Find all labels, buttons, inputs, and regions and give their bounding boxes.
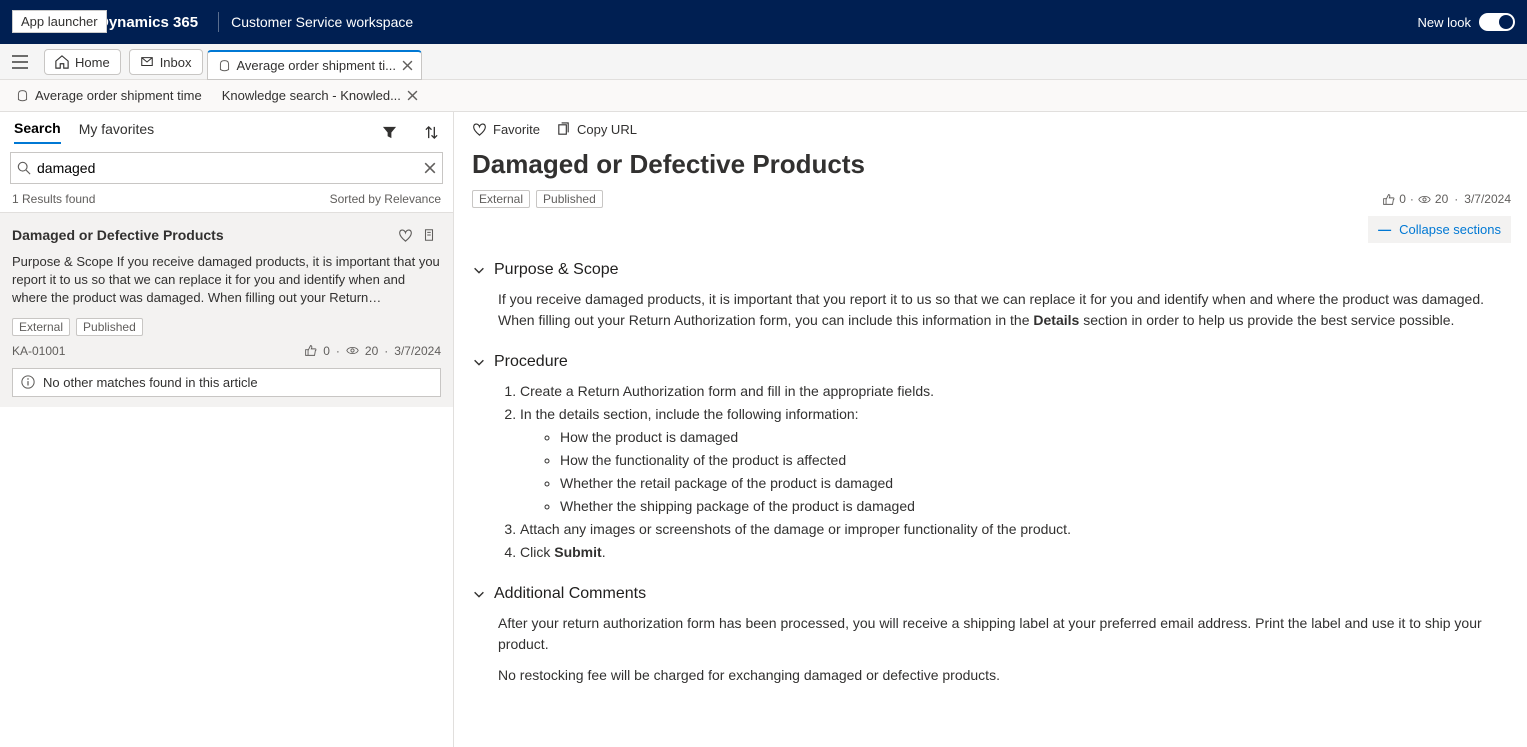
result-date: 3/7/2024	[394, 344, 441, 358]
sort-icon	[424, 125, 439, 140]
section-header-procedure[interactable]: Procedure	[472, 353, 1511, 371]
copy-url-button[interactable]: Copy URL	[556, 122, 637, 137]
result-likes: 0	[323, 344, 330, 358]
info-icon	[21, 375, 35, 389]
section-body-comments: After your return authorization form has…	[472, 613, 1511, 686]
result-id: KA-01001	[12, 344, 65, 358]
case-subtab-label: Average order shipment time	[35, 88, 202, 103]
favorite-button[interactable]: Favorite	[472, 122, 540, 137]
results-found-label: 1 Results found	[12, 192, 95, 206]
sort-button[interactable]	[419, 120, 443, 144]
search-tab[interactable]: Search	[14, 120, 61, 144]
no-more-matches-banner: No other matches found in this article	[12, 368, 441, 397]
app-launcher-tooltip: App launcher	[12, 10, 107, 33]
procedure-bullet: Whether the retail package of the produc…	[560, 473, 1511, 494]
thumbs-up-icon	[1382, 193, 1395, 206]
article-badge-published: Published	[536, 190, 603, 208]
session-tab-active[interactable]: Average order shipment ti...	[207, 50, 422, 80]
search-input-container[interactable]	[10, 152, 443, 184]
copy-icon	[556, 122, 571, 137]
section-title: Additional Comments	[494, 585, 646, 603]
procedure-bullet: How the functionality of the product is …	[560, 450, 1511, 471]
search-input[interactable]	[31, 160, 424, 176]
filter-icon	[382, 125, 397, 140]
article-likes: 0	[1399, 192, 1406, 206]
section-header-comments[interactable]: Additional Comments	[472, 585, 1511, 603]
inbox-tab[interactable]: Inbox	[129, 49, 203, 75]
case-icon	[218, 59, 231, 72]
favorite-result-button[interactable]	[393, 223, 417, 247]
result-views: 20	[365, 344, 378, 358]
section-header-purpose[interactable]: Purpose & Scope	[472, 261, 1511, 279]
procedure-bullet: How the product is damaged	[560, 427, 1511, 448]
copy-url-label: Copy URL	[577, 122, 637, 137]
article-date: 3/7/2024	[1464, 192, 1511, 206]
inbox-icon	[140, 55, 154, 69]
chevron-down-icon	[472, 587, 486, 601]
eye-icon	[1418, 193, 1431, 206]
procedure-step: Attach any images or screenshots of the …	[520, 519, 1511, 540]
article-title: Damaged or Defective Products	[472, 149, 1511, 180]
case-icon	[16, 89, 29, 102]
knowledge-search-subtab[interactable]: Knowledge search - Knowled...	[212, 80, 428, 112]
eye-icon	[346, 344, 359, 357]
inbox-tab-label: Inbox	[160, 55, 192, 70]
procedure-step: In the details section, include the foll…	[520, 404, 1511, 517]
popout-icon	[422, 228, 436, 242]
home-tab[interactable]: Home	[44, 49, 121, 75]
divider	[218, 12, 219, 32]
new-look-toggle[interactable]	[1479, 13, 1515, 31]
chevron-down-icon	[472, 263, 486, 277]
new-look-label: New look	[1418, 15, 1471, 30]
home-icon	[55, 55, 69, 69]
home-tab-label: Home	[75, 55, 110, 70]
search-result-card[interactable]: Damaged or Defective Products Purpose & …	[0, 212, 453, 407]
case-subtab[interactable]: Average order shipment time	[6, 80, 212, 112]
result-title: Damaged or Defective Products	[12, 227, 393, 243]
hamburger-menu[interactable]	[6, 44, 34, 79]
procedure-step: Create a Return Authorization form and f…	[520, 381, 1511, 402]
heart-icon	[398, 228, 413, 243]
result-snippet: Purpose & Scope If you receive damaged p…	[12, 253, 441, 308]
section-body-procedure: Create a Return Authorization form and f…	[472, 381, 1511, 563]
article-badge-external: External	[472, 190, 530, 208]
section-body-purpose: If you receive damaged products, it is i…	[472, 289, 1511, 331]
heart-icon	[472, 122, 487, 137]
clear-search-button[interactable]	[424, 162, 436, 174]
search-icon	[17, 161, 31, 175]
my-favorites-tab[interactable]: My favorites	[79, 121, 154, 143]
sorted-by-label: Sorted by Relevance	[330, 192, 441, 206]
collapse-sections-button[interactable]: — Collapse sections	[1368, 216, 1511, 243]
thumbs-up-icon	[304, 344, 317, 357]
close-icon[interactable]	[402, 60, 413, 71]
filter-button[interactable]	[377, 120, 401, 144]
session-tab-label: Average order shipment ti...	[237, 58, 396, 73]
chevron-down-icon	[472, 355, 486, 369]
article-views: 20	[1435, 192, 1448, 206]
section-title: Purpose & Scope	[494, 261, 619, 279]
minus-icon: —	[1378, 222, 1391, 237]
close-icon	[424, 162, 436, 174]
result-badge-published: Published	[76, 318, 143, 336]
section-title: Procedure	[494, 353, 568, 371]
favorite-label: Favorite	[493, 122, 540, 137]
knowledge-search-subtab-label: Knowledge search - Knowled...	[222, 88, 401, 103]
popout-result-button[interactable]	[417, 223, 441, 247]
workspace-name: Customer Service workspace	[231, 14, 413, 30]
result-badge-external: External	[12, 318, 70, 336]
procedure-step: Click Submit.	[520, 542, 1511, 563]
close-icon[interactable]	[407, 90, 418, 101]
procedure-bullet: Whether the shipping package of the prod…	[560, 496, 1511, 517]
no-more-matches-text: No other matches found in this article	[43, 375, 258, 390]
collapse-sections-label: Collapse sections	[1399, 222, 1501, 237]
